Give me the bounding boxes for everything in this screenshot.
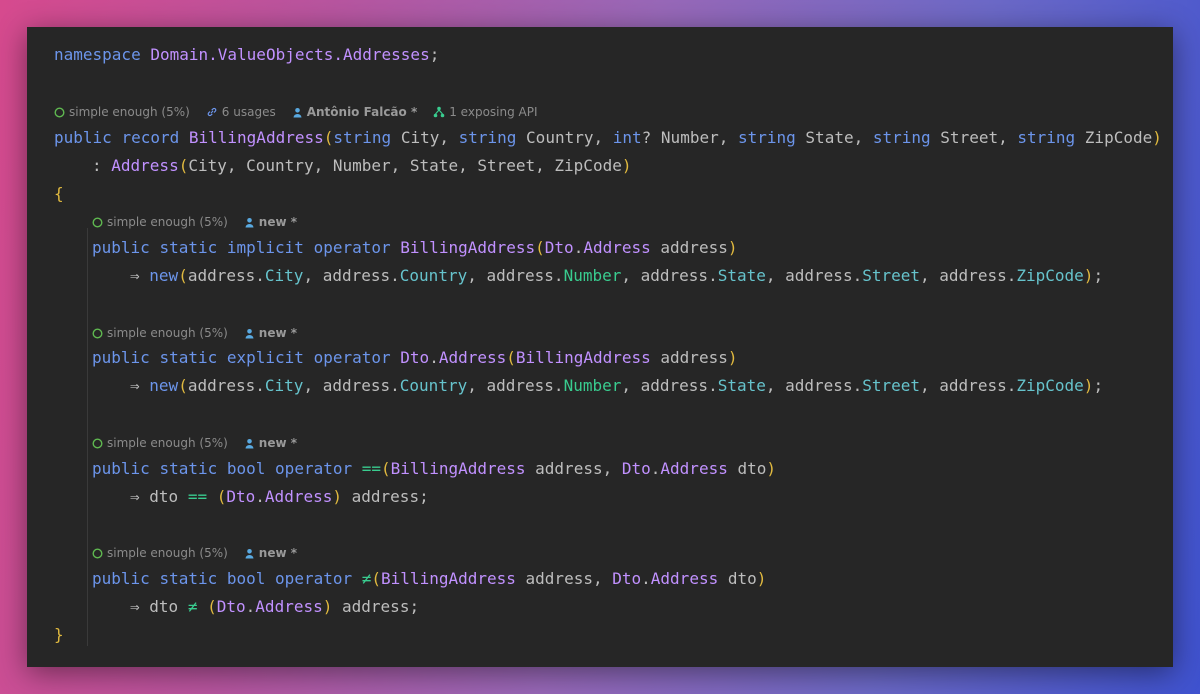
codelens-equality-operator[interactable]: simple enough (5%) new * [92, 434, 313, 452]
person-icon [245, 217, 254, 227]
codelens-record[interactable]: simple enough (5%) 6 usages Antônio Falc… [54, 103, 554, 121]
author-hint[interactable]: new * [244, 213, 297, 231]
complexity-hint[interactable]: simple enough (5%) [92, 544, 228, 562]
code-line-open-brace: { [54, 184, 64, 203]
code-line-inequality-body: ⇒ dto ≠ (Dto.Address) address; [130, 597, 420, 616]
complexity-hint[interactable]: simple enough (5%) [92, 213, 228, 231]
complexity-hint[interactable]: simple enough (5%) [92, 324, 228, 342]
person-icon [245, 438, 254, 448]
codelens-inequality-operator[interactable]: simple enough (5%) new * [92, 544, 313, 562]
author-hint[interactable]: new * [244, 544, 297, 562]
usages-hint[interactable]: 6 usages [206, 103, 276, 121]
circle-icon [92, 216, 103, 228]
author-hint[interactable]: new * [244, 324, 297, 342]
codelens-explicit-operator[interactable]: simple enough (5%) new * [92, 324, 313, 342]
person-icon [245, 548, 254, 558]
link-icon [207, 107, 217, 117]
complexity-hint[interactable]: simple enough (5%) [92, 434, 228, 452]
person-icon [245, 328, 254, 338]
person-icon [293, 107, 302, 117]
circle-icon [54, 106, 65, 118]
code-line-base-record: : Address(City, Country, Number, State, … [92, 156, 632, 175]
circle-icon [92, 327, 103, 339]
author-hint[interactable]: Antônio Falcão * [292, 103, 417, 121]
code-editor: namespace Domain.ValueObjects.Addresses;… [27, 27, 1173, 667]
codelens-implicit-operator[interactable]: simple enough (5%) new * [92, 213, 313, 231]
circle-icon [92, 547, 103, 559]
author-hint[interactable]: new * [244, 434, 297, 452]
code-line-equality-body: ⇒ dto == (Dto.Address) address; [130, 487, 429, 506]
circle-icon [92, 437, 103, 449]
code-line-implicit-body: ⇒ new(address.City, address.Country, add… [130, 266, 1104, 285]
code-line-namespace: namespace Domain.ValueObjects.Addresses; [54, 45, 440, 64]
indent-guide [87, 228, 88, 646]
code-line-explicit-operator: public static explicit operator Dto.Addr… [92, 348, 738, 367]
code-line-inequality-operator: public static bool operator ≠(BillingAdd… [92, 569, 767, 588]
hierarchy-icon [433, 106, 445, 118]
exposing-api-hint[interactable]: 1 exposing API [433, 103, 538, 121]
code-line-equality-operator: public static bool operator ==(BillingAd… [92, 459, 777, 478]
code-line-record-declaration: public record BillingAddress(string City… [54, 128, 1162, 147]
complexity-hint[interactable]: simple enough (5%) [54, 103, 190, 121]
code-line-implicit-operator: public static implicit operator BillingA… [92, 238, 738, 257]
code-line-explicit-body: ⇒ new(address.City, address.Country, add… [130, 376, 1104, 395]
code-line-close-brace: } [54, 625, 64, 644]
